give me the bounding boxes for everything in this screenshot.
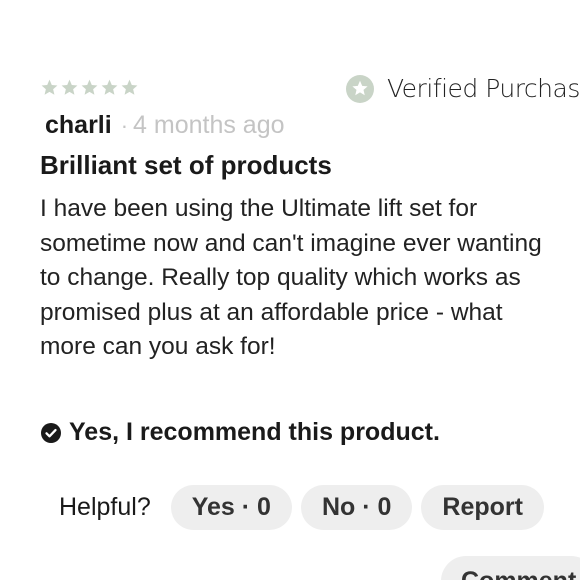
star-icon: [41, 79, 58, 95]
helpful-label: Helpful?: [59, 493, 151, 521]
comment-button[interactable]: Comment: [441, 556, 580, 580]
verified-label: Verified Purchase: [387, 74, 580, 103]
verified-purchase-badge: Verified Purchase: [346, 74, 580, 103]
recommend-text: Yes, I recommend this product.: [69, 418, 440, 446]
star-rating: [40, 78, 139, 97]
meta-separator: ·: [120, 113, 129, 138]
star-icon: [121, 79, 138, 95]
report-button[interactable]: Report: [421, 485, 544, 530]
star-icon: [81, 79, 98, 95]
review-title: Brilliant set of products: [40, 150, 332, 180]
check-circle-icon: [41, 422, 61, 443]
star-icon: [101, 79, 118, 95]
helpful-no-button[interactable]: No · 0: [300, 485, 413, 530]
star-badge-icon: [346, 74, 374, 103]
review-card: Verified Purchase charli · 4 months ago …: [0, 0, 580, 580]
review-timestamp: 4 months ago: [133, 111, 285, 139]
recommendation: Yes, I recommend this product.: [41, 418, 440, 447]
review-body: I have been using the Ultimate lift set …: [40, 195, 542, 360]
helpful-yes-button[interactable]: Yes · 0: [170, 485, 292, 530]
review-meta: charli · 4 months ago: [45, 111, 285, 140]
author-name: charli: [45, 111, 112, 139]
star-icon: [61, 79, 78, 95]
helpful-votes: Helpful? Yes · 0 No · 0 Report: [59, 485, 553, 530]
